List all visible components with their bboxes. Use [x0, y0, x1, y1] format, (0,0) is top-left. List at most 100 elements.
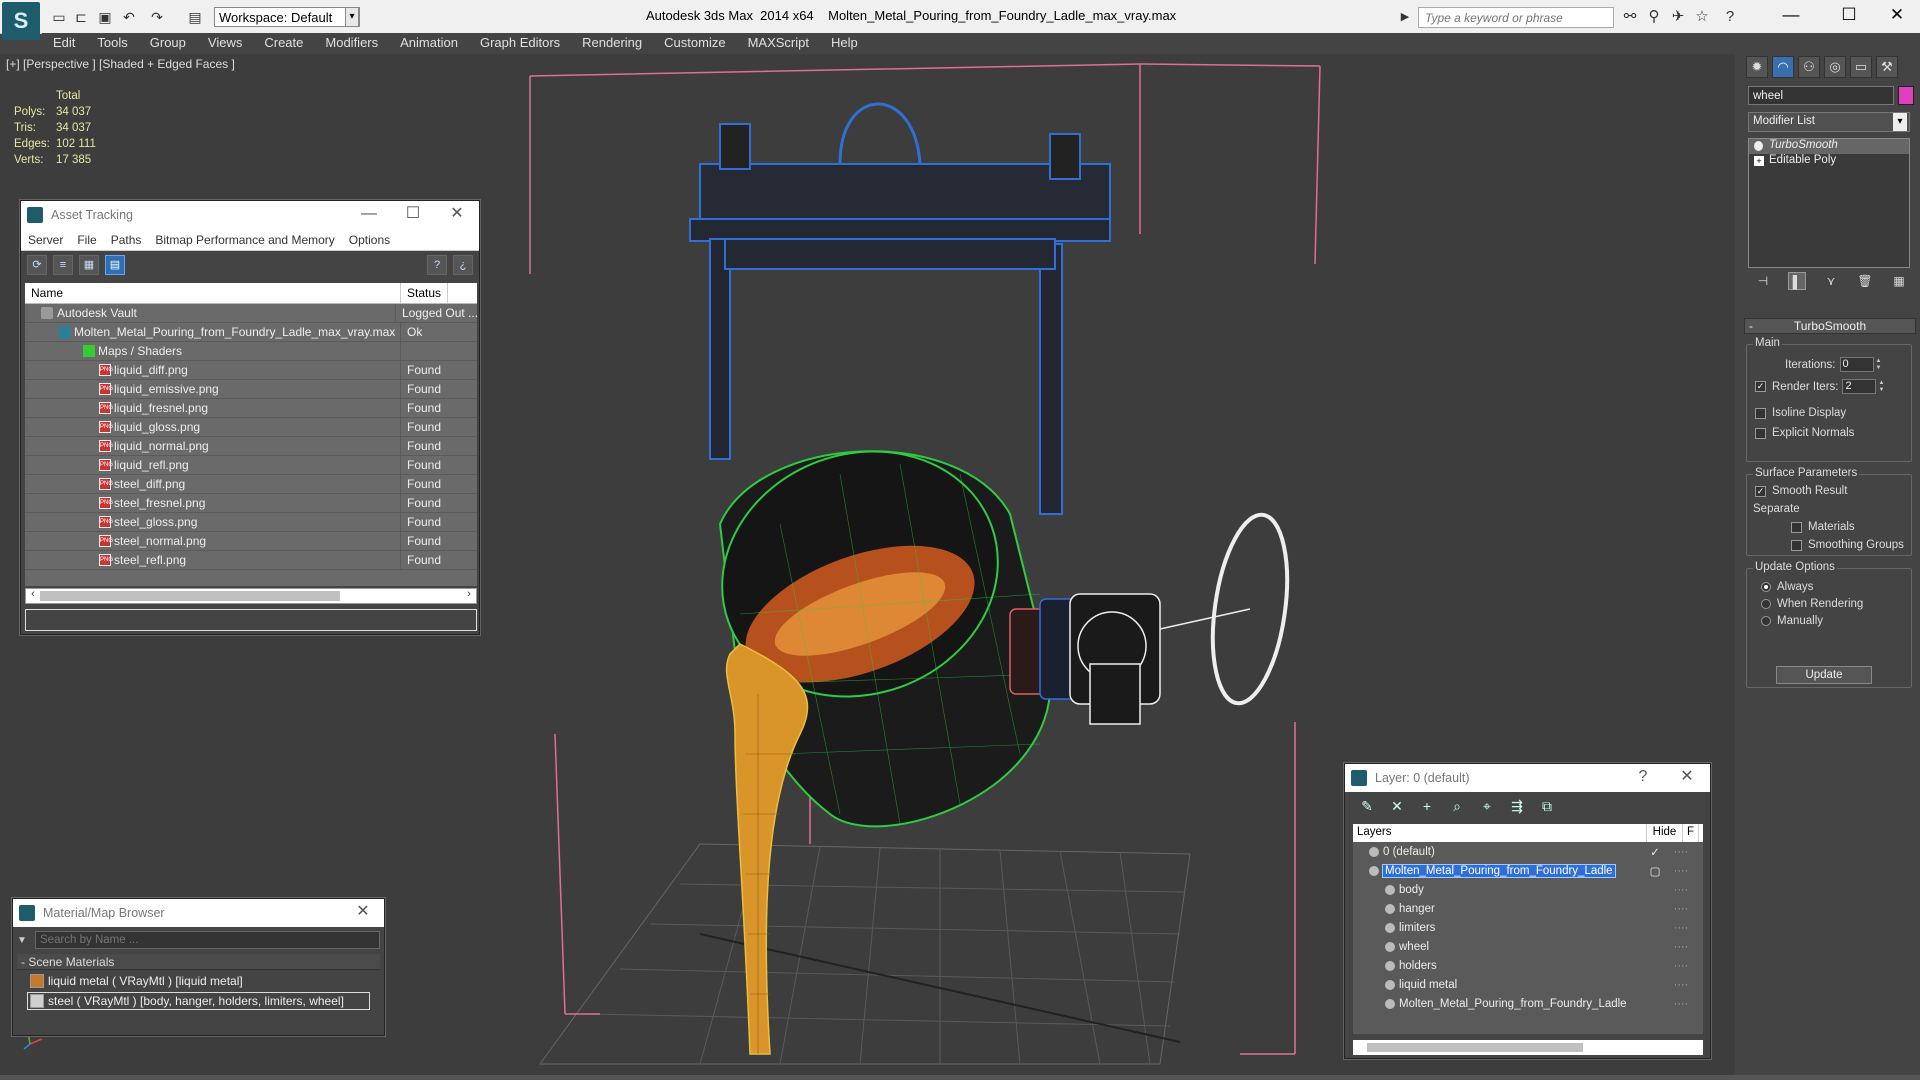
- add-to-layer-icon[interactable]: +: [1417, 798, 1437, 814]
- layer-row[interactable]: Molten_Metal_Pouring_from_Foundry_Ladle ·…: [1353, 994, 1703, 1013]
- select-in-layer-icon[interactable]: ⌕: [1447, 798, 1467, 815]
- motion-tab-icon[interactable]: ◎: [1824, 56, 1846, 78]
- when-rendering-radio[interactable]: [1761, 599, 1771, 609]
- asset-row[interactable]: PNG liquid_fresnel.png Found: [25, 399, 477, 418]
- menu-rendering[interactable]: Rendering: [571, 33, 653, 53]
- scroll-right-icon[interactable]: ›: [463, 588, 475, 600]
- isoline-checkbox[interactable]: [1755, 407, 1766, 419]
- configure-sets-icon[interactable]: ▦: [1890, 272, 1908, 290]
- set-current-layer-icon[interactable]: ⇶: [1507, 798, 1527, 815]
- refresh-icon[interactable]: ⟳: [27, 255, 47, 275]
- asset-row[interactable]: PNG steel_gloss.png Found: [25, 513, 477, 532]
- material-item[interactable]: liquid metal ( VRayMtl ) [liquid metal]: [27, 972, 370, 990]
- asset-row[interactable]: PNG liquid_normal.png Found: [25, 437, 477, 456]
- project-folder-icon[interactable]: ▤: [186, 8, 204, 26]
- material-item[interactable]: steel ( VRayMtl ) [body, hanger, holders…: [27, 992, 370, 1010]
- turbosmooth-rollout-header[interactable]: - TurboSmooth: [1744, 318, 1916, 334]
- layer-hide-toggle[interactable]: ····: [1663, 884, 1699, 896]
- material-search-input[interactable]: [35, 931, 380, 949]
- menu-create[interactable]: Create: [253, 33, 314, 53]
- select-layer-icon[interactable]: ⌖: [1477, 798, 1497, 815]
- asset-menu-bitmap[interactable]: Bitmap Performance and Memory: [148, 233, 341, 247]
- layer-hide-toggle[interactable]: ····: [1663, 979, 1699, 991]
- options-triangle-icon[interactable]: ▼: [17, 935, 31, 946]
- layer-row[interactable]: hanger ····: [1353, 899, 1703, 918]
- help-icon[interactable]: ?: [1720, 8, 1740, 26]
- utilities-tab-icon[interactable]: ⚒: [1876, 56, 1898, 78]
- asset-row[interactable]: PNG steel_normal.png Found: [25, 532, 477, 551]
- menu-views[interactable]: Views: [197, 33, 253, 53]
- search-input[interactable]: [1419, 8, 1613, 27]
- layer-current-mark[interactable]: ▢: [1647, 864, 1663, 878]
- menu-help[interactable]: Help: [820, 33, 869, 53]
- expand-plus-icon[interactable]: +: [1754, 156, 1764, 166]
- close-icon[interactable]: ✕: [343, 901, 383, 923]
- asset-menu-options[interactable]: Options: [342, 233, 397, 247]
- search-toggle-icon[interactable]: ▶: [1395, 8, 1415, 26]
- render-iters-spinner[interactable]: 2: [1842, 379, 1877, 394]
- scrollbar-thumb[interactable]: [1367, 1043, 1583, 1052]
- horizontal-scrollbar[interactable]: [1353, 1040, 1703, 1055]
- iterations-spinner[interactable]: 0: [1839, 357, 1874, 372]
- delete-layer-icon[interactable]: ✕: [1387, 798, 1407, 815]
- spinner-arrows-icon[interactable]: ▲ ▼: [1878, 380, 1886, 394]
- asset-row[interactable]: PNG steel_diff.png Found: [25, 475, 477, 494]
- smoothing-groups-checkbox[interactable]: [1791, 539, 1802, 551]
- asset-row[interactable]: PNG steel_fresnel.png Found: [25, 494, 477, 513]
- layer-row[interactable]: body ····: [1353, 880, 1703, 899]
- column-name[interactable]: Name: [25, 283, 401, 303]
- layer-row[interactable]: 0 (default) ✓ ····: [1353, 842, 1703, 861]
- layer-title-bar[interactable]: Layer: 0 (default) ? ✕: [1345, 764, 1710, 792]
- column-status[interactable]: Status: [401, 283, 449, 303]
- hierarchy-tab-icon[interactable]: ⚇: [1798, 56, 1820, 78]
- search-box[interactable]: [1418, 7, 1614, 28]
- render-iters-checkbox[interactable]: ✓: [1755, 381, 1766, 392]
- list-view-icon[interactable]: ≡: [53, 255, 73, 275]
- save-file-icon[interactable]: ▣: [96, 8, 114, 26]
- layer-hide-toggle[interactable]: ····: [1663, 903, 1699, 915]
- subscription-icon[interactable]: ⚲: [1644, 8, 1664, 26]
- layer-row[interactable]: wheel ····: [1353, 937, 1703, 956]
- column-freeze[interactable]: F: [1683, 824, 1700, 842]
- workspace-dropdown[interactable]: Workspace: Default ▾: [214, 7, 360, 27]
- asset-menu-server[interactable]: Server: [21, 233, 70, 247]
- table-view-icon[interactable]: ▤: [105, 255, 125, 275]
- modifier-list-dropdown[interactable]: Modifier List ▾: [1748, 112, 1910, 132]
- layer-hide-toggle[interactable]: ····: [1663, 960, 1699, 972]
- asset-tracking-title-bar[interactable]: Asset Tracking — ☐ ✕: [21, 201, 479, 229]
- explicit-normals-checkbox[interactable]: [1755, 427, 1766, 439]
- asset-row[interactable]: Maps / Shaders: [25, 342, 477, 361]
- asset-menu-paths[interactable]: Paths: [104, 233, 149, 247]
- redo-icon[interactable]: ↷: [148, 8, 166, 26]
- maximize-icon[interactable]: ☐: [393, 203, 433, 225]
- layer-hide-toggle[interactable]: ····: [1663, 998, 1699, 1010]
- close-icon[interactable]: ✕: [437, 203, 477, 225]
- show-end-result-icon[interactable]: ▌: [1788, 272, 1806, 290]
- close-icon[interactable]: ✕: [1874, 2, 1920, 28]
- horizontal-scrollbar[interactable]: ‹ ›: [25, 588, 477, 604]
- object-name-field[interactable]: [1748, 86, 1894, 105]
- favorites-icon[interactable]: ☆: [1692, 8, 1712, 26]
- app-logo-icon[interactable]: S: [2, 2, 40, 40]
- layer-current-mark[interactable]: ✓: [1647, 845, 1663, 859]
- layer-hide-toggle[interactable]: ····: [1663, 865, 1699, 877]
- modifier-stack-item[interactable]: TurboSmooth: [1749, 139, 1909, 154]
- menu-modifiers[interactable]: Modifiers: [314, 33, 389, 53]
- help-icon[interactable]: ?: [1623, 766, 1663, 788]
- menu-tools[interactable]: Tools: [86, 33, 138, 53]
- object-color-swatch[interactable]: [1898, 86, 1914, 105]
- create-tab-icon[interactable]: ✹: [1746, 56, 1768, 78]
- layer-row[interactable]: liquid metal ····: [1353, 975, 1703, 994]
- display-tab-icon[interactable]: ▭: [1850, 56, 1872, 78]
- asset-row[interactable]: PNG liquid_gloss.png Found: [25, 418, 477, 437]
- spinner-arrows-icon[interactable]: ▲ ▼: [1876, 358, 1884, 372]
- remove-modifier-icon[interactable]: 🗑: [1856, 272, 1874, 290]
- layer-hide-toggle[interactable]: ····: [1663, 846, 1699, 858]
- communication-icon[interactable]: ✈: [1668, 8, 1688, 26]
- smooth-result-checkbox[interactable]: ✓: [1755, 485, 1766, 497]
- open-file-icon[interactable]: ⊏: [72, 8, 90, 26]
- scrollbar-thumb[interactable]: [40, 591, 340, 601]
- modify-tab-icon[interactable]: ◠: [1772, 56, 1794, 78]
- material-browser-title-bar[interactable]: Material/Map Browser ✕: [13, 899, 384, 927]
- undo-icon[interactable]: ↶: [120, 8, 138, 26]
